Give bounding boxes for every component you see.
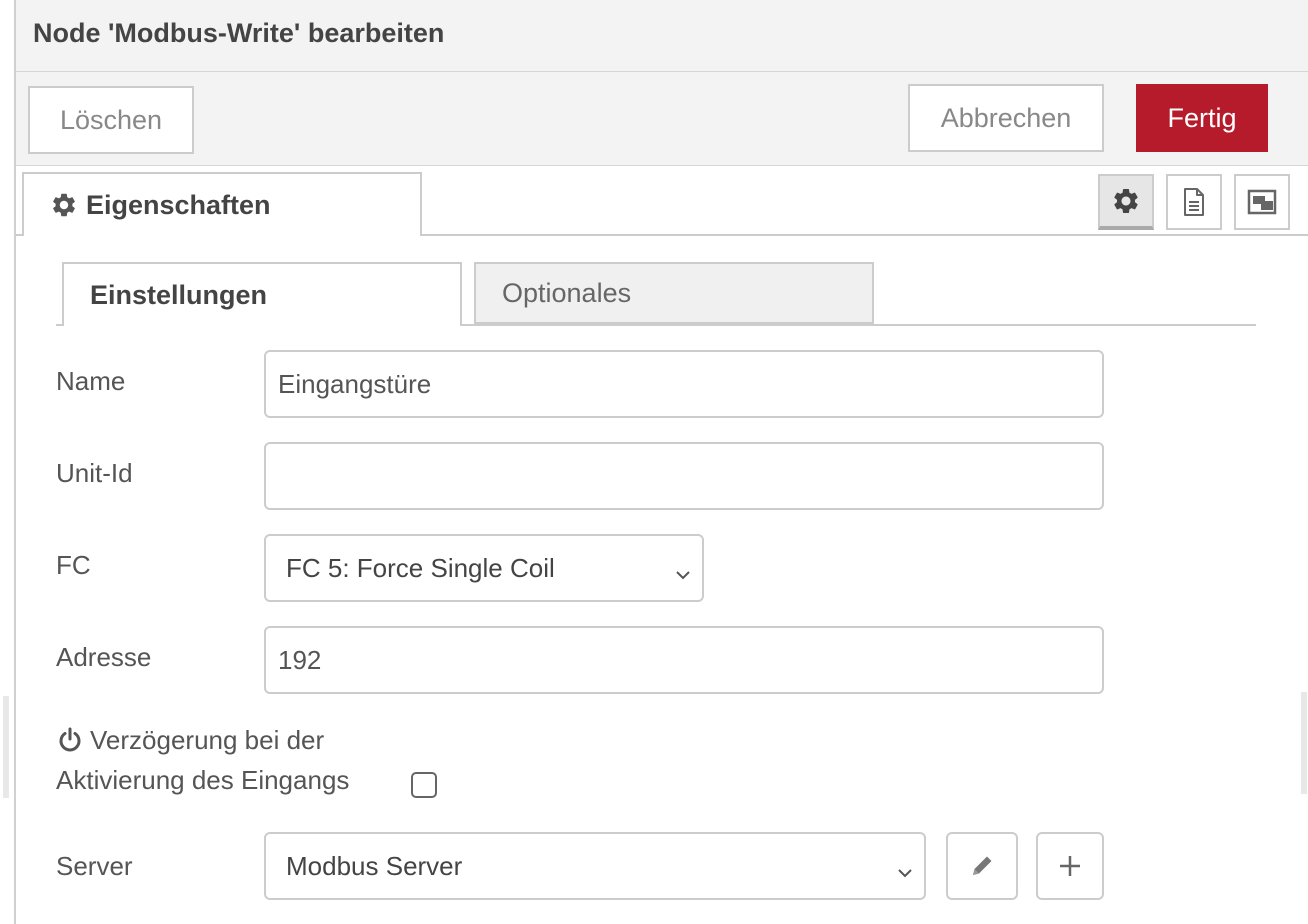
document-icon: [1181, 187, 1207, 217]
delay-label-line1: Verzögerung bei der: [90, 725, 325, 755]
fc-select[interactable]: FC 5: Force Single Coil: [264, 534, 704, 602]
address-label: Adresse: [56, 642, 152, 672]
tab-optional[interactable]: Optionales: [474, 262, 874, 324]
pencil-icon: [968, 852, 996, 880]
delete-button[interactable]: Löschen: [28, 86, 194, 154]
dialog-title: Node 'Modbus-Write' bearbeiten: [33, 18, 445, 48]
name-input[interactable]: [264, 350, 1104, 418]
plus-icon: [1057, 853, 1083, 879]
name-label: Name: [56, 366, 126, 396]
chevron-down-icon: [674, 560, 692, 591]
chevron-down-icon: [896, 858, 914, 889]
fc-select-value: FC 5: Force Single Coil: [286, 552, 555, 583]
delay-label: Verzögerung bei der Aktivierung des Eing…: [56, 720, 349, 800]
server-select[interactable]: Modbus Server: [264, 832, 926, 900]
done-button[interactable]: Fertig: [1136, 84, 1268, 152]
fc-label: FC: [56, 550, 91, 580]
resize-handle-left[interactable]: [3, 696, 9, 798]
appearance-tab-button[interactable]: [1234, 174, 1290, 230]
gear-icon: [50, 191, 78, 219]
delay-checkbox[interactable]: [411, 772, 437, 798]
add-server-button[interactable]: [1036, 832, 1104, 900]
settings-tab-button[interactable]: [1098, 174, 1154, 230]
dialog-toolbar: [16, 72, 1308, 166]
description-tab-button[interactable]: [1166, 174, 1222, 230]
address-input[interactable]: [264, 626, 1104, 694]
power-icon: [56, 726, 84, 754]
tab-settings[interactable]: Einstellungen: [56, 262, 462, 328]
server-label: Server: [56, 851, 133, 881]
edit-server-button[interactable]: [946, 832, 1018, 900]
delay-label-line2: Aktivierung des Eingangs: [56, 765, 350, 795]
appearance-icon: [1247, 188, 1277, 216]
cancel-button[interactable]: Abbrechen: [908, 84, 1104, 152]
gear-icon: [1111, 186, 1141, 216]
unit-id-label: Unit-Id: [56, 458, 133, 488]
tab-properties[interactable]: Eigenschaften: [22, 172, 422, 236]
server-select-value: Modbus Server: [286, 850, 463, 881]
tab-properties-label: Eigenschaften: [86, 189, 271, 220]
resize-handle-right[interactable]: [1301, 692, 1307, 794]
unit-id-input[interactable]: [264, 442, 1104, 510]
